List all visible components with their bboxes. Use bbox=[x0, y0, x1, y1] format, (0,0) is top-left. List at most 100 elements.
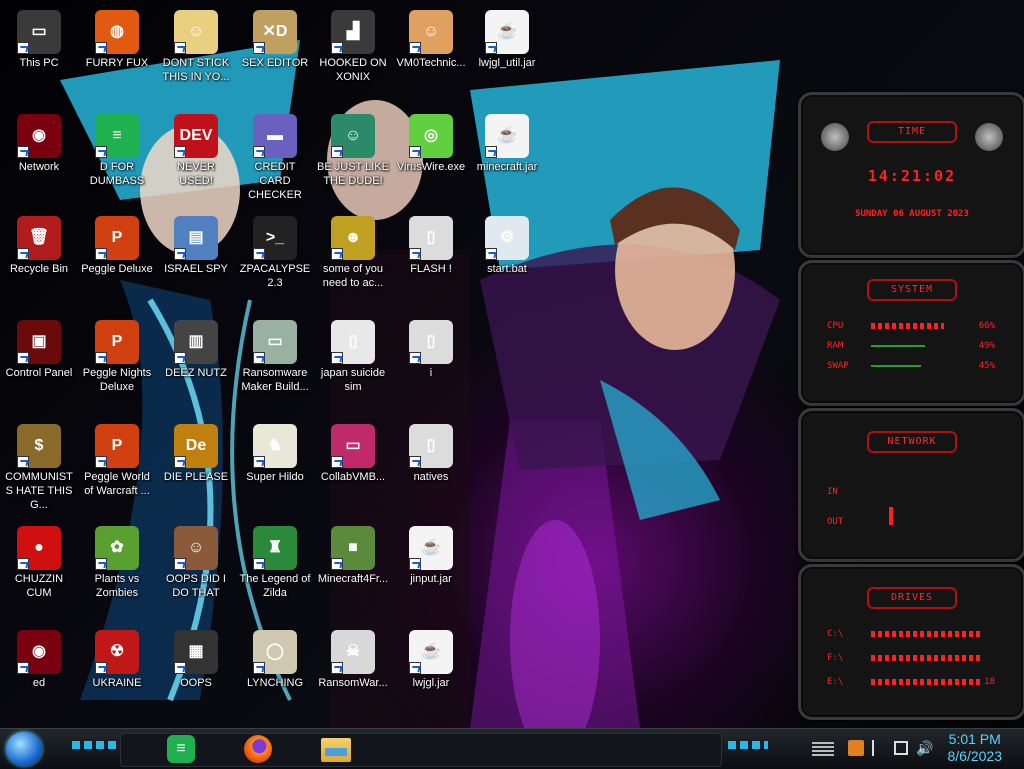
desktop-icon-plants-zombies[interactable]: ✿ Plants vs Zombies bbox=[78, 520, 156, 600]
alien-head-icon bbox=[975, 123, 1003, 151]
alien-head-icon bbox=[821, 123, 849, 151]
volume-icon[interactable]: 🔊 bbox=[916, 740, 933, 757]
desktop-icon-deez-nutz[interactable]: ▥ DEEZ NUTZ bbox=[157, 314, 235, 380]
desktop-icon-this-pc[interactable]: ▭ This PC bbox=[0, 4, 78, 70]
minecraft-jar-icon: ☕ bbox=[485, 114, 529, 158]
desktop-icon-furry-fux[interactable]: ◍ FURRY FUX bbox=[78, 4, 156, 70]
some-of-you-icon: ☻ bbox=[331, 216, 375, 260]
desktop-icon-collabvmb[interactable]: ▭ CollabVMB... bbox=[314, 418, 392, 484]
desktop-icon-peggle-deluxe[interactable]: P Peggle Deluxe bbox=[78, 210, 156, 276]
file-explorer-button[interactable] bbox=[318, 731, 354, 767]
desktop-icon-label: start.bat bbox=[487, 263, 527, 275]
shortcut-arrow-icon bbox=[331, 662, 343, 674]
desktop-icon-credit-card[interactable]: ▬ CREDIT CARD CHECKER bbox=[236, 108, 314, 202]
sex-editor-icon: ✕D bbox=[253, 10, 297, 54]
israel-spy-icon: ▤ bbox=[174, 216, 218, 260]
desktop-icon-label: RansomWar... bbox=[318, 677, 388, 689]
shortcut-arrow-icon bbox=[253, 146, 265, 158]
desktop-icon-ukraine[interactable]: ☢ UKRAINE bbox=[78, 624, 156, 690]
action-center-icon[interactable] bbox=[872, 740, 888, 756]
desktop-icon-label: Peggle Deluxe bbox=[81, 263, 153, 275]
desktop-icon-ransomware-maker[interactable]: ▭ Ransomware Maker Build... bbox=[236, 314, 314, 394]
desktop-icon-zpacalypse[interactable]: >_ ZPACALYPSE 2.3 bbox=[236, 210, 314, 290]
shortcut-arrow-icon bbox=[409, 662, 421, 674]
desktop-icon-d-for-dumbass[interactable]: ≡ D FOR DUMBASS bbox=[78, 108, 156, 188]
desktop-icon-start-bat[interactable]: ⚙ start.bat bbox=[468, 210, 546, 276]
desktop-icon-label: some of you need to ac... bbox=[322, 263, 384, 289]
desktop-icon-viruswire[interactable]: ◎ VirusWire.exe bbox=[392, 108, 470, 174]
desktop-icon-die-please[interactable]: De DIE PLEASE bbox=[157, 418, 235, 484]
desktop-icon-bottom-left[interactable]: ◉ ed bbox=[0, 624, 78, 690]
desktop-icon-peggle-nights[interactable]: P Peggle Nights Deluxe bbox=[78, 314, 156, 394]
desktop-icon-flash[interactable]: ▯ FLASH ! bbox=[392, 210, 470, 276]
desktop-icon-sex-editor[interactable]: ✕D SEX EDITOR bbox=[236, 4, 314, 70]
desktop-icon-some-of-you[interactable]: ☻ some of you need to ac... bbox=[314, 210, 392, 290]
flash-icon: ▯ bbox=[409, 216, 453, 260]
desktop-icon-lwjgl[interactable]: ☕ lwjgl.jar bbox=[392, 624, 470, 690]
shortcut-arrow-icon bbox=[174, 662, 186, 674]
desktop-icon-dont-stick[interactable]: ☺ DONT STICK THIS IN YO... bbox=[157, 4, 235, 84]
desktop-icon-jinput[interactable]: ☕ jinput.jar bbox=[392, 520, 470, 586]
desktop-icon-chuzzin-cum[interactable]: ● CHUZZIN CUM bbox=[0, 520, 78, 600]
lwjgl-icon: ☕ bbox=[409, 630, 453, 674]
desktop-icon-network[interactable]: ◉ Network bbox=[0, 108, 78, 174]
desktop-icon-lwjgl-util[interactable]: ☕ lwjgl_util.jar bbox=[468, 4, 546, 70]
desktop-icon-oops[interactable]: ▦ OOPS bbox=[157, 624, 235, 690]
shortcut-arrow-icon bbox=[331, 42, 343, 54]
desktop-icon-label: Control Panel bbox=[5, 367, 73, 379]
this-pc-icon: ▭ bbox=[17, 10, 61, 54]
start-button[interactable] bbox=[6, 732, 42, 766]
time-gadget: TIME 14:21:02 SUNDAY 06 AUGUST 2023 bbox=[798, 92, 1024, 258]
desktop-icon-recycle-bin[interactable]: 🗑 Recycle Bin bbox=[0, 210, 78, 276]
desktop-icon-label: UKRAINE bbox=[92, 677, 142, 689]
taskbar-track bbox=[120, 733, 722, 767]
notes-app-icon: ≡ bbox=[167, 735, 195, 763]
desktop-gadgets: TIME 14:21:02 SUNDAY 06 AUGUST 2023 SYST… bbox=[794, 92, 1024, 722]
shortcut-arrow-icon bbox=[17, 146, 29, 158]
desktop-icon-label: HOOKED ON XONIX bbox=[319, 57, 387, 83]
desktop-icon-hooked-xonix[interactable]: ▟ HOOKED ON XONIX bbox=[314, 4, 392, 84]
shortcut-arrow-icon bbox=[331, 558, 343, 570]
desktop-icon-oops-did-i[interactable]: ☺ OOPS DID I DO THAT bbox=[157, 520, 235, 600]
desktop-icon-never-used[interactable]: DEV NEVER USED! bbox=[157, 108, 235, 188]
desktop-icon-legend-zilda[interactable]: ♜ The Legend of Zilda bbox=[236, 520, 314, 600]
shortcut-arrow-icon bbox=[331, 146, 343, 158]
desktop-icon-japan-suicide[interactable]: ▯ japan suicide sim bbox=[314, 314, 392, 394]
desktop-icon-minecraft-jar[interactable]: ☕ minecraft.jar bbox=[468, 108, 546, 174]
desktop-icon-be-just-like[interactable]: ☺ BE JUST LIKE THE DUDE! bbox=[314, 108, 392, 188]
taskbar-clock[interactable]: 5:01 PM 8/6/2023 bbox=[948, 731, 1003, 765]
minecraft4fr-icon: ■ bbox=[331, 526, 375, 570]
net-in-row: IN bbox=[827, 487, 838, 497]
network-tray-icon[interactable] bbox=[894, 741, 908, 755]
desktop-icon-minecraft4fr[interactable]: ■ Minecraft4Fr... bbox=[314, 520, 392, 586]
oops-did-i-icon: ☺ bbox=[174, 526, 218, 570]
drive-f-row: F:\ bbox=[827, 653, 995, 665]
desktop-icon-label: CREDIT CARD CHECKER bbox=[248, 161, 302, 201]
desktop-icon-label: Network bbox=[18, 161, 60, 173]
tray-app-icon[interactable] bbox=[848, 740, 864, 756]
desktop-icon-israel-spy[interactable]: ▤ ISRAEL SPY bbox=[157, 210, 235, 276]
firefox-button[interactable] bbox=[240, 731, 276, 767]
shortcut-arrow-icon bbox=[17, 42, 29, 54]
desktop-icon-lynching[interactable]: ◯ LYNCHING bbox=[236, 624, 314, 690]
show-hidden-icons-button[interactable] bbox=[812, 742, 834, 756]
desktop-icon-control-panel[interactable]: ▣ Control Panel bbox=[0, 314, 78, 380]
peggle-world-icon: P bbox=[95, 424, 139, 468]
viruswire-icon: ◎ bbox=[409, 114, 453, 158]
shortcut-arrow-icon bbox=[174, 352, 186, 364]
notes-app-button[interactable]: ≡ bbox=[163, 731, 199, 767]
desktop-icon-peggle-world[interactable]: P Peggle World of Warcraft ... bbox=[78, 418, 156, 498]
desktop-icon-i-file[interactable]: ▯ i bbox=[392, 314, 470, 380]
desktop-icon-label: lwjgl_util.jar bbox=[478, 57, 536, 69]
desktop-icon-ransomwar[interactable]: ☠ RansomWar... bbox=[314, 624, 392, 690]
desktop-icon-super-hildo[interactable]: ♞ Super Hildo bbox=[236, 418, 314, 484]
shortcut-arrow-icon bbox=[331, 248, 343, 260]
desktop-icon-label: lwjgl.jar bbox=[412, 677, 450, 689]
jinput-icon: ☕ bbox=[409, 526, 453, 570]
desktop-icon-vm0technic[interactable]: ☺ VM0Technic... bbox=[392, 4, 470, 70]
desktop-icon-communists[interactable]: $ COMMUNISTS HATE THIS G... bbox=[0, 418, 78, 512]
super-hildo-icon: ♞ bbox=[253, 424, 297, 468]
desktop-icon-natives[interactable]: ▯ natives bbox=[392, 418, 470, 484]
desktop-icon-label: VirusWire.exe bbox=[396, 161, 466, 173]
bottom-left-icon: ◉ bbox=[17, 630, 61, 674]
